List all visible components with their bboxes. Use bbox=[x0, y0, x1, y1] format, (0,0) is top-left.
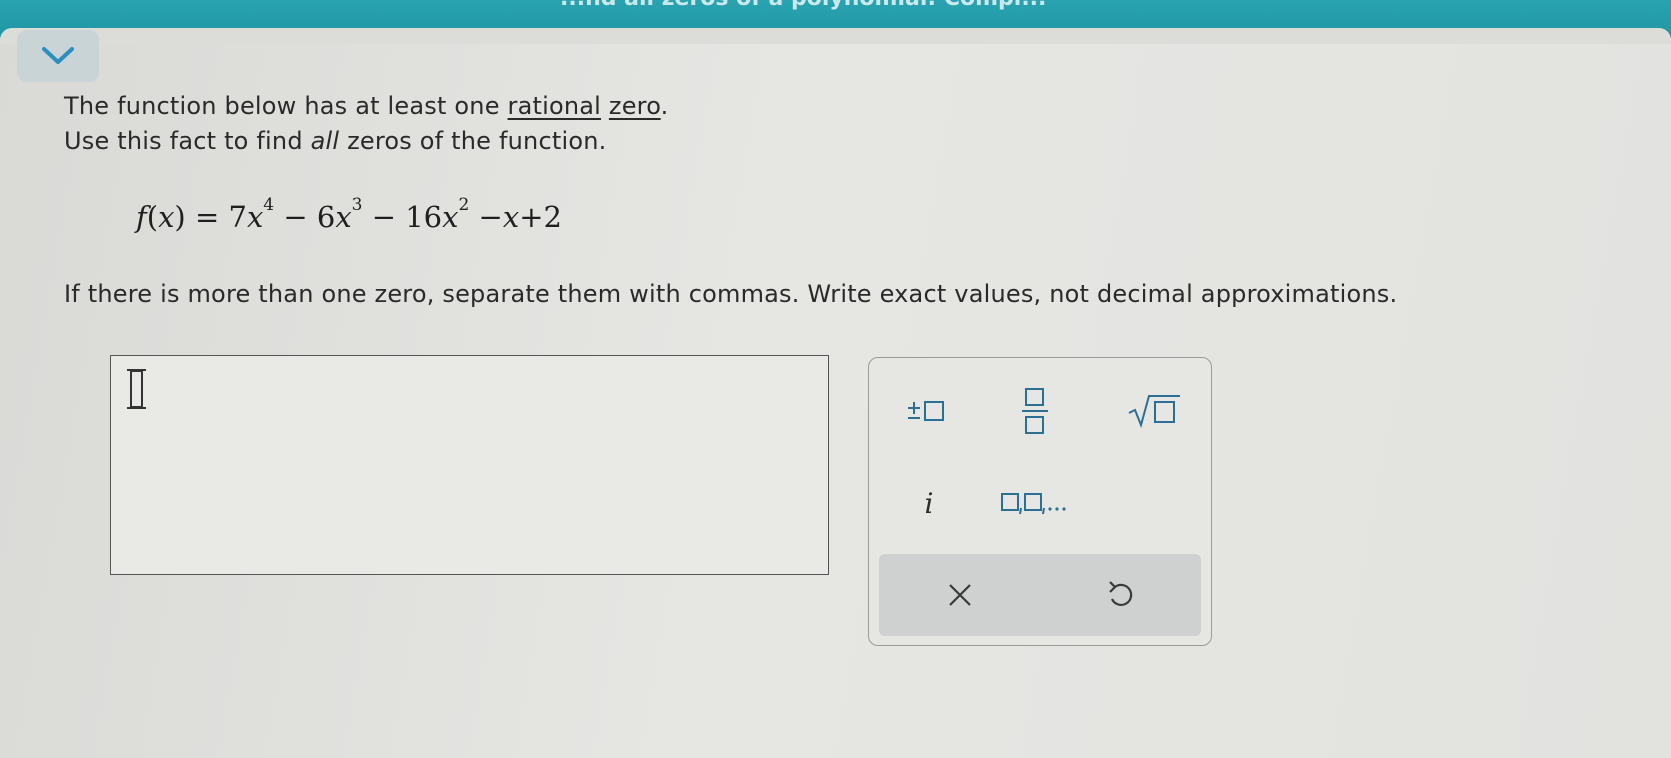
emphasis-all: all bbox=[310, 127, 340, 155]
plus-minus-button[interactable] bbox=[897, 386, 959, 436]
list-button[interactable] bbox=[997, 480, 1079, 526]
square-root-button[interactable] bbox=[1119, 386, 1189, 436]
formula-term: − 6 bbox=[274, 200, 336, 234]
square-root-icon bbox=[1128, 395, 1180, 429]
formula-term: +2 bbox=[519, 200, 562, 234]
formula-exponent: 3 bbox=[351, 195, 363, 216]
close-icon bbox=[948, 584, 971, 606]
keypad-action-bar bbox=[879, 554, 1201, 636]
undo-button[interactable] bbox=[1040, 554, 1201, 636]
list-icon bbox=[1001, 493, 1066, 515]
formula-f: f bbox=[136, 200, 147, 234]
question-period: . bbox=[660, 92, 669, 120]
clear-button[interactable] bbox=[879, 554, 1040, 636]
question-line-1: The function below has at least one rati… bbox=[64, 92, 669, 120]
fraction-button[interactable] bbox=[1004, 380, 1066, 442]
formula-var: x bbox=[246, 200, 264, 234]
question-text: zeros of the function. bbox=[339, 127, 607, 155]
formula-exponent: 2 bbox=[458, 195, 470, 216]
text-cursor bbox=[127, 369, 146, 409]
formula-var: x bbox=[442, 200, 459, 234]
formula-term: − 16 bbox=[362, 200, 443, 234]
rational-link[interactable]: rational bbox=[508, 92, 602, 120]
fraction-icon bbox=[1022, 388, 1048, 434]
formula-x: x bbox=[158, 200, 175, 234]
formula-var: x bbox=[335, 200, 352, 234]
collapse-button[interactable] bbox=[17, 30, 99, 82]
formula-var: x bbox=[502, 200, 520, 234]
plus-minus-icon bbox=[908, 401, 944, 421]
answer-input[interactable] bbox=[110, 355, 829, 575]
formula-paren: ( bbox=[146, 200, 159, 234]
instructions-text: If there is more than one zero, separate… bbox=[64, 280, 1398, 308]
chevron-down-icon bbox=[42, 47, 74, 64]
math-keypad: i bbox=[868, 357, 1212, 646]
formula-term: − bbox=[469, 200, 503, 234]
question-text: Use this fact to find bbox=[64, 127, 311, 155]
formula-eq: = 7 bbox=[185, 200, 247, 234]
header-title: ...nd all zeros of a polynomial: Compl..… bbox=[560, 0, 1046, 11]
undo-icon bbox=[1108, 581, 1132, 606]
formula-exponent: 4 bbox=[263, 195, 275, 216]
question-line-2: Use this fact to find all zeros of the f… bbox=[64, 127, 606, 155]
zero-link[interactable]: zero bbox=[609, 92, 661, 120]
function-formula: f(x) = 7x4 − 6x3 − 16x2 −x+2 bbox=[136, 195, 562, 234]
imaginary-unit-button[interactable]: i bbox=[907, 478, 951, 528]
content-panel-top bbox=[0, 28, 1671, 44]
question-text: The function below has at least one bbox=[64, 92, 508, 120]
formula-paren: ) bbox=[174, 200, 186, 234]
